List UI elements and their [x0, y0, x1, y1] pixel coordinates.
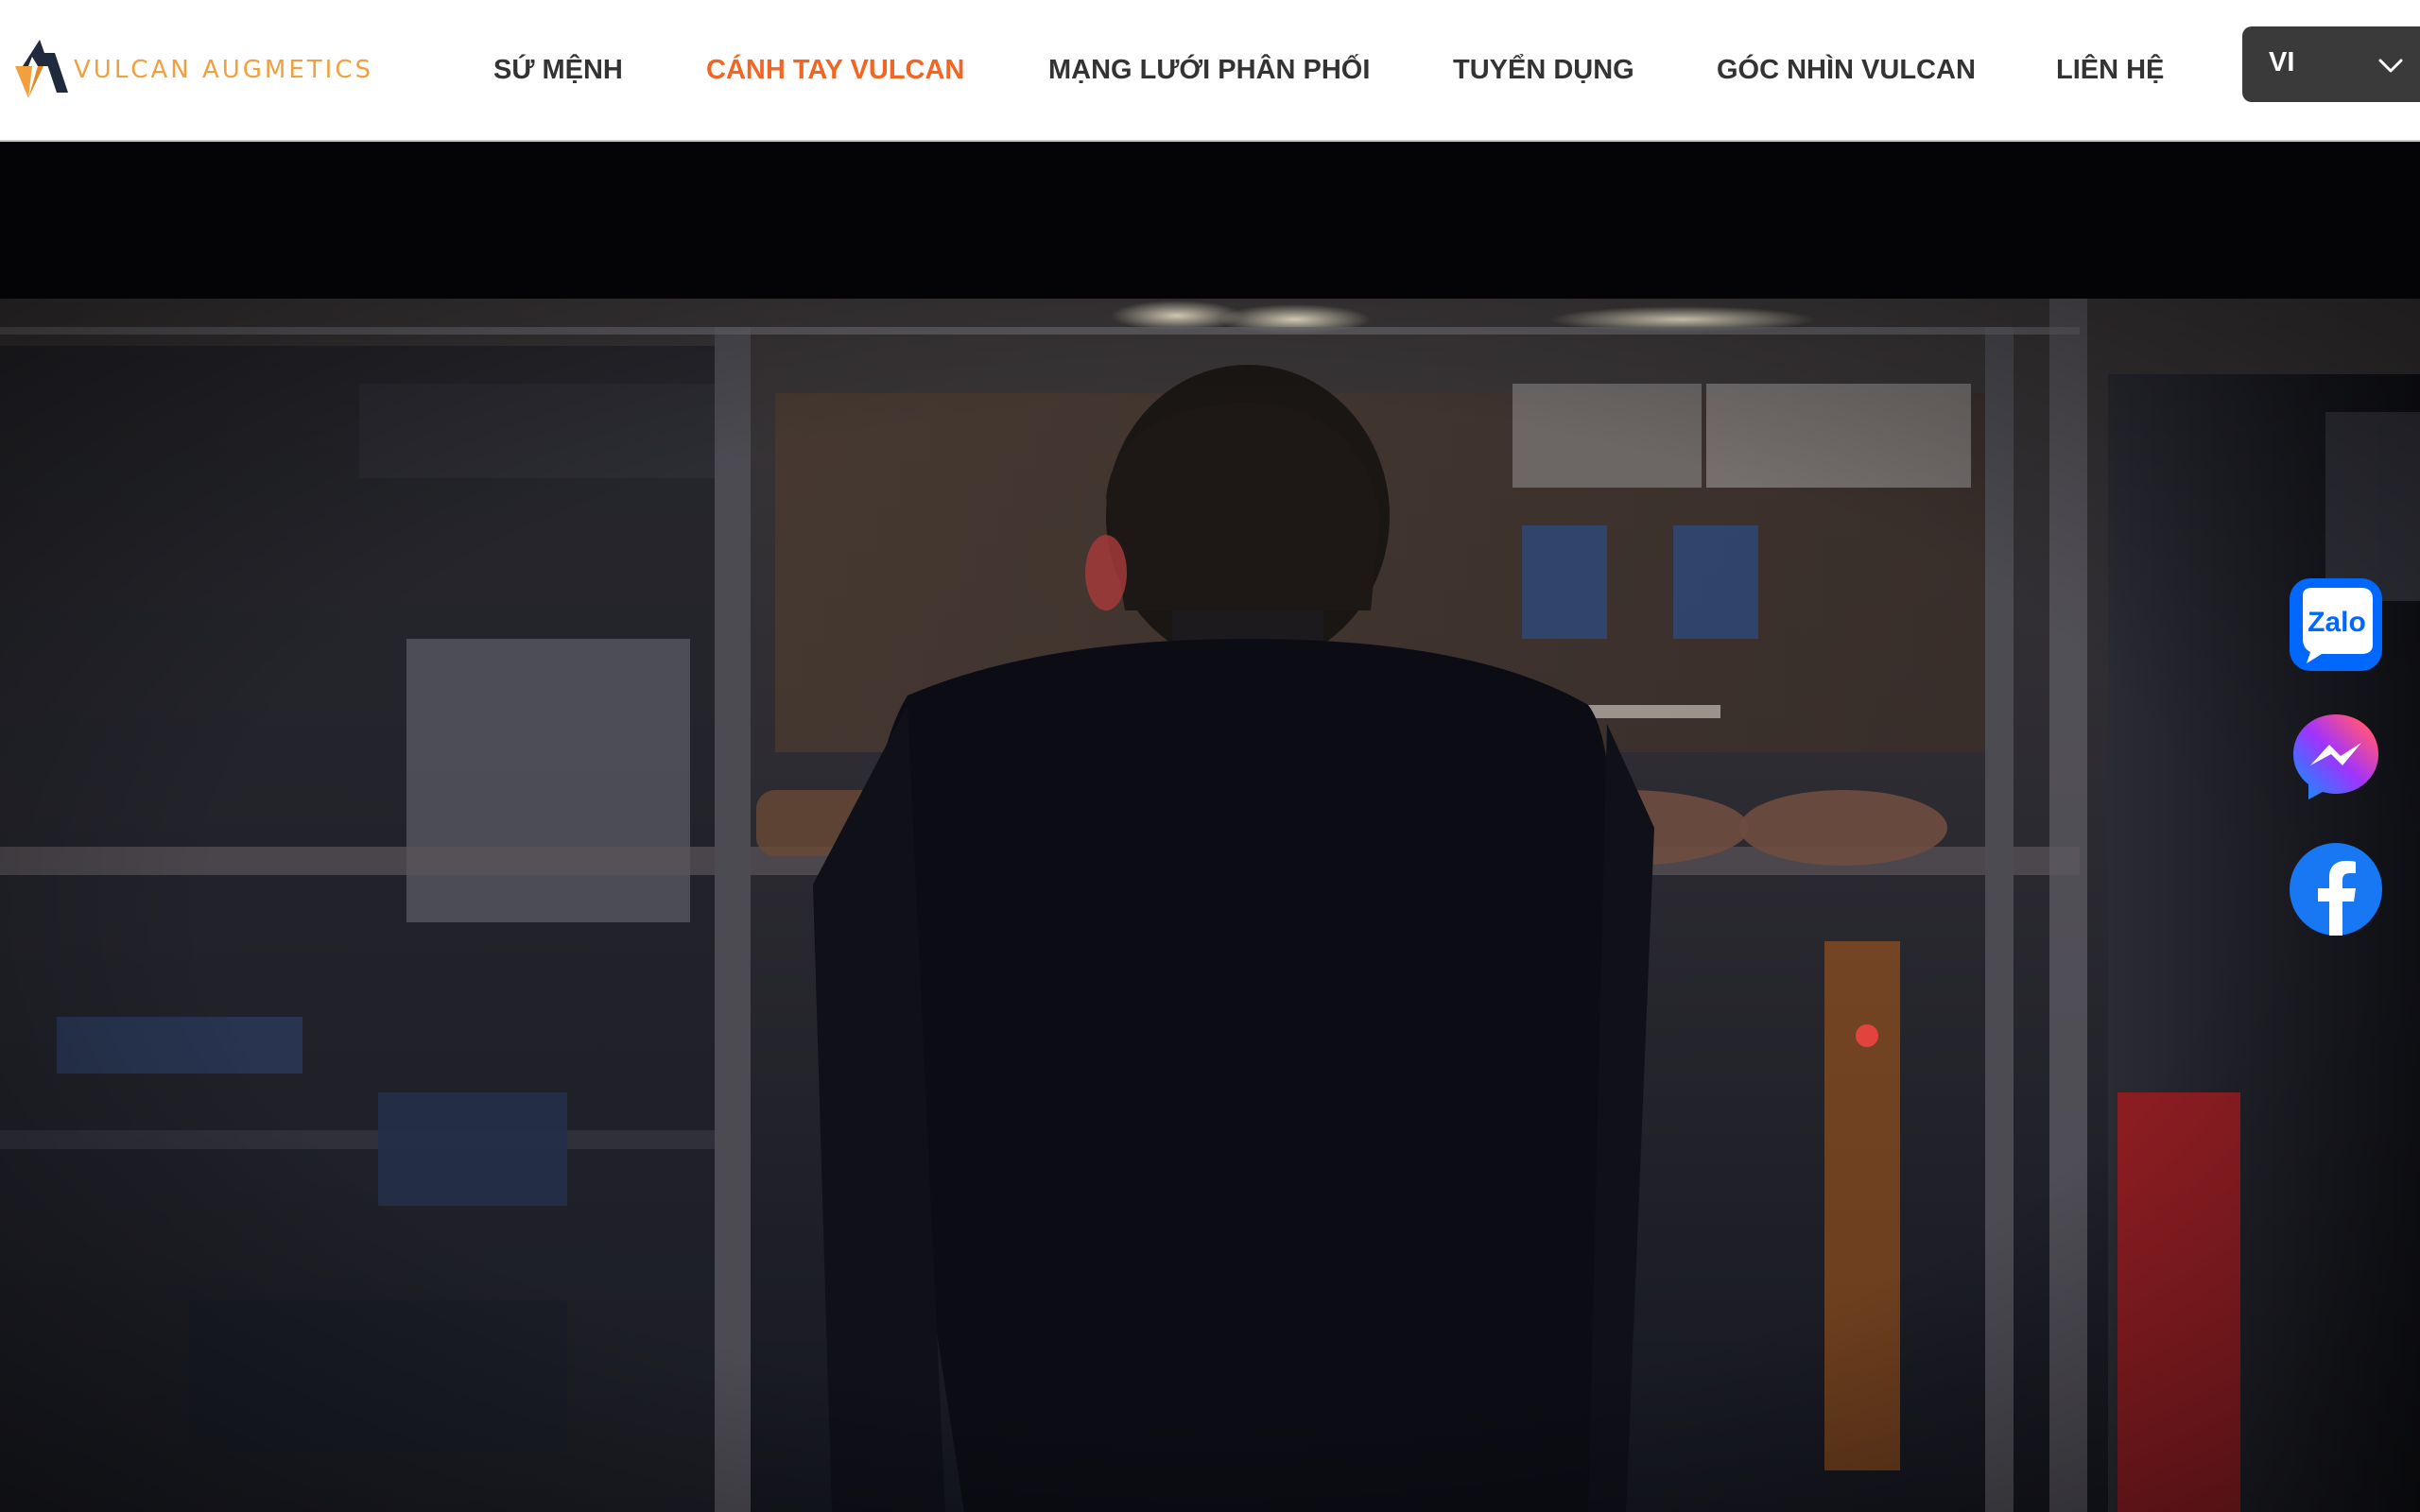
nav-item-careers[interactable]: TUYỂN DỤNG	[1453, 47, 1634, 93]
zalo-label: Zalo	[2308, 607, 2366, 638]
zalo-icon: Zalo	[2290, 578, 2382, 671]
site-header: VULCAN AUGMETICS SỨ MỆNH CÁNH TAY VULCAN…	[0, 0, 2420, 142]
nav-item-contact[interactable]: LIÊN HỆ	[2056, 47, 2164, 93]
video-letterbox	[0, 144, 2420, 299]
facebook-icon	[2290, 843, 2382, 936]
nav-item-vulcan-arm[interactable]: CÁNH TAY VULCAN	[706, 47, 964, 93]
messenger-icon	[2293, 714, 2378, 799]
facebook-button[interactable]	[2290, 843, 2382, 936]
language-selector[interactable]: VI	[2242, 26, 2420, 102]
workshop-scene	[0, 299, 2420, 1512]
brand-logo[interactable]: VULCAN AUGMETICS	[11, 36, 373, 104]
hero-video[interactable]	[0, 144, 2420, 1512]
nav-item-mission[interactable]: SỨ MỆNH	[493, 47, 623, 93]
zalo-button[interactable]: Zalo	[2290, 578, 2382, 671]
messenger-button[interactable]	[2290, 711, 2382, 803]
nav-item-vulcan-perspective[interactable]: GÓC NHÌN VULCAN	[1717, 47, 1976, 93]
nav-item-distribution-network[interactable]: MẠNG LƯỚI PHÂN PHỐI	[1048, 47, 1370, 93]
language-selected-value: VI	[2269, 47, 2295, 77]
brand-name: VULCAN AUGMETICS	[74, 56, 373, 84]
chevron-down-icon	[2378, 59, 2403, 73]
vulcan-logo-icon	[15, 40, 68, 98]
